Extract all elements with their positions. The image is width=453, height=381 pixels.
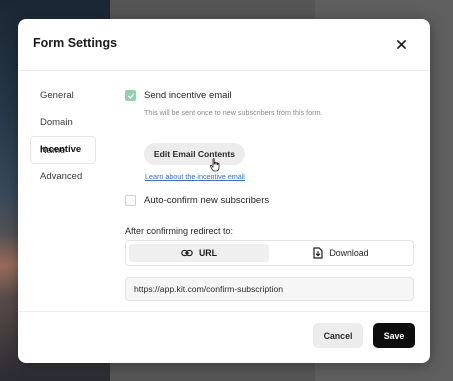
redirect-url-input[interactable] (125, 277, 414, 301)
close-button[interactable] (390, 33, 412, 55)
redirect-option-download[interactable]: Download (271, 244, 411, 262)
auto-confirm-checkbox[interactable] (125, 195, 136, 206)
modal-header: Form Settings (18, 19, 430, 69)
file-download-icon (313, 247, 324, 259)
save-button[interactable]: Save (373, 323, 415, 348)
redirect-type-toggle: URL Download (125, 240, 414, 266)
close-icon (396, 39, 406, 49)
incentive-panel: Send incentive email This will be sent o… (125, 79, 415, 319)
hand-cursor-icon (209, 158, 220, 172)
sidebar-item-domain-name[interactable]: Domain Name (30, 109, 96, 156)
redirect-option-download-label: Download (329, 248, 369, 258)
edit-email-contents-button[interactable]: Edit Email Contents (144, 143, 245, 165)
learn-incentive-email-link[interactable]: Learn about the incentive email (145, 172, 245, 181)
header-divider (18, 70, 430, 71)
cancel-button[interactable]: Cancel (313, 323, 363, 348)
send-incentive-email-checkbox[interactable] (125, 90, 136, 101)
sidebar-item-advanced[interactable]: Advanced (30, 163, 96, 191)
modal-title: Form Settings (33, 36, 118, 50)
auto-confirm-label: Auto-confirm new subscribers (144, 195, 270, 206)
sidebar-item-incentive[interactable]: Incentive (30, 136, 96, 164)
send-incentive-email-label: Send incentive email (144, 90, 232, 101)
redirect-option-url-label: URL (198, 248, 218, 258)
link-icon (181, 249, 193, 257)
form-settings-modal: Form Settings General Domain Name Incent… (18, 19, 430, 363)
footer-divider (18, 311, 430, 312)
redirect-option-url[interactable]: URL (129, 244, 269, 262)
redirect-label: After confirming redirect to: (125, 226, 234, 236)
sidebar-item-general[interactable]: General (30, 82, 96, 110)
send-incentive-email-help: This will be sent once to new subscriber… (144, 108, 323, 117)
checkmark-icon (127, 93, 134, 99)
